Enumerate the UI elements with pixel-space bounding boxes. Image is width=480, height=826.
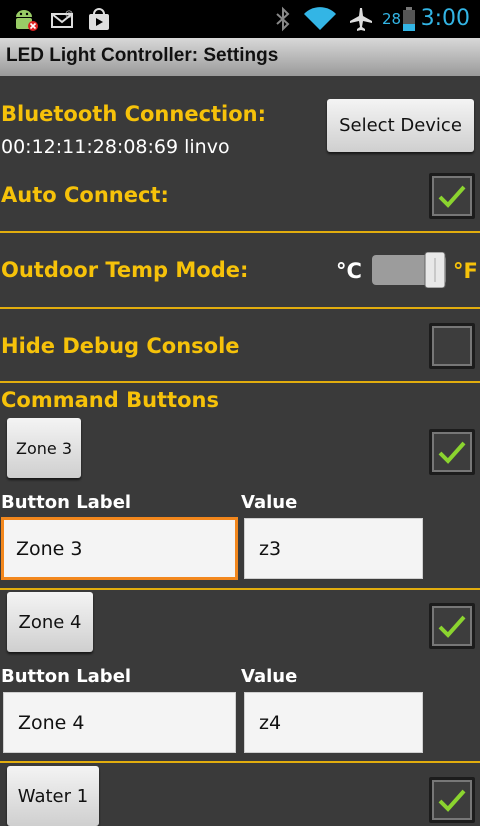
button-label-input[interactable]: Zone 4: [3, 692, 236, 753]
command-enabled-checkbox[interactable]: [429, 777, 475, 823]
hide-debug-console-label: Hide Debug Console: [1, 334, 240, 358]
hide-debug-console-checkbox[interactable]: [429, 323, 475, 369]
divider: [0, 231, 480, 233]
button-label-input[interactable]: Zone 3: [1, 517, 238, 580]
bluetooth-device-address: 00:12:11:28:08:69 linvor: [1, 136, 229, 158]
divider: [0, 761, 480, 763]
android-debug-icon: [16, 10, 38, 31]
checkmark-icon: [438, 441, 466, 464]
bluetooth-icon: [276, 6, 290, 32]
auto-connect-label: Auto Connect:: [1, 183, 169, 207]
value-header: Value: [241, 492, 298, 513]
clock: 3:00: [420, 6, 470, 31]
zone-3-command-button[interactable]: Zone 3: [7, 418, 81, 478]
fahrenheit-label: °F: [453, 259, 478, 283]
auto-connect-checkbox[interactable]: [429, 173, 475, 219]
command-enabled-checkbox[interactable]: [429, 603, 475, 649]
button-value-input[interactable]: z3: [244, 518, 423, 579]
bluetooth-connection-label: Bluetooth Connection:: [1, 102, 267, 126]
store-icon: [89, 8, 109, 30]
command-buttons-header: Command Buttons: [1, 388, 219, 412]
svg-text:@: @: [65, 9, 73, 18]
zone-4-command-button[interactable]: Zone 4: [7, 592, 93, 652]
temp-unit-toggle[interactable]: [371, 252, 447, 288]
button-value-input[interactable]: z4: [244, 692, 423, 753]
checkmark-icon: [438, 789, 466, 812]
command-enabled-checkbox[interactable]: [429, 429, 475, 475]
button-label-header: Button Label: [1, 666, 132, 687]
battery-icon: [403, 7, 415, 31]
divider: [0, 588, 480, 590]
page-title: LED Light Controller: Settings: [6, 45, 279, 66]
divider: [0, 381, 480, 383]
celsius-label: °C: [336, 259, 362, 283]
water-1-command-button[interactable]: Water 1: [7, 766, 99, 826]
title-bar: LED Light Controller: Settings: [0, 38, 480, 76]
battery-level: 28: [382, 10, 402, 28]
status-bar: @ 28 3:00: [0, 0, 480, 38]
checkmark-icon: [438, 185, 466, 208]
value-header: Value: [241, 666, 298, 687]
airplane-icon: [350, 8, 372, 31]
email-icon: @: [51, 9, 73, 28]
select-device-button[interactable]: Select Device: [327, 99, 474, 152]
divider: [0, 307, 480, 309]
button-label-header: Button Label: [1, 492, 132, 513]
wifi-icon: [304, 7, 336, 30]
outdoor-temp-mode-label: Outdoor Temp Mode:: [1, 258, 249, 282]
checkmark-icon: [438, 615, 466, 638]
